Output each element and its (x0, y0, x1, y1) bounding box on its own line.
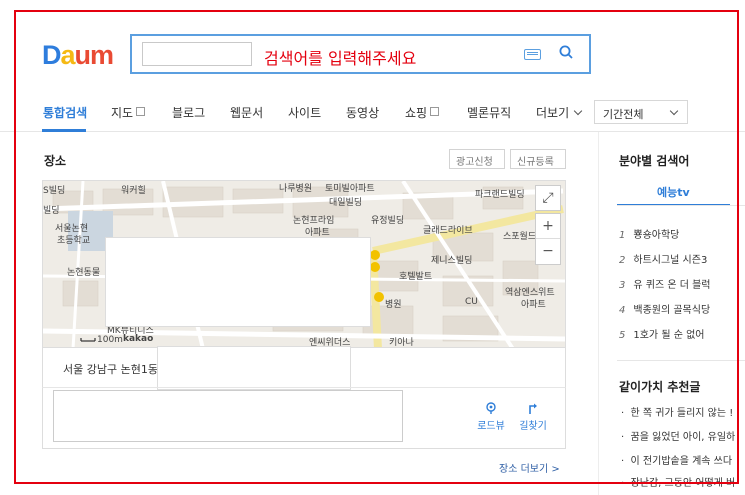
recommend-item[interactable]: · 장난감, 그동안 어떻게 버 (621, 474, 735, 489)
rank-item[interactable]: 2 하트시그널 시즌3 (619, 251, 707, 266)
header: Daum 검색어를 입력해주세요 (0, 0, 745, 92)
rank-item[interactable]: 1 뿅숑아학당 (619, 226, 679, 241)
search-icon[interactable] (559, 45, 573, 59)
recommend-item[interactable]: · 꿈을 잃었던 아이, 유일하 (621, 428, 735, 443)
expand-icon: ⤢ (542, 190, 554, 206)
period-select[interactable]: 기간전체 (594, 100, 688, 124)
tab-shopping[interactable]: 쇼핑 (405, 104, 440, 121)
new-window-icon (136, 107, 146, 116)
daum-logo[interactable]: Daum (42, 40, 114, 71)
tab-site[interactable]: 사이트 (288, 104, 321, 121)
chevron-down-icon (573, 106, 583, 116)
keyboard-icon[interactable] (524, 49, 541, 60)
tab-blog[interactable]: 블로그 (172, 104, 205, 121)
map-fullscreen-button[interactable]: ⤢ (535, 185, 561, 211)
tab-divider (617, 205, 745, 206)
search-box[interactable]: 검색어를 입력해주세요 (130, 34, 591, 74)
tab-more[interactable]: 더보기 (536, 104, 583, 121)
place-section-title: 장소 (44, 154, 67, 168)
zoom-out-button[interactable]: − (536, 238, 560, 263)
search-hint-text: 검색어를 입력해주세요 (264, 49, 417, 68)
category-keywords-title: 분야별 검색어 (619, 154, 690, 168)
tab-entertainment-tv[interactable]: 예능tv (617, 178, 730, 206)
more-places-link[interactable]: 장소 더보기 > (499, 460, 560, 475)
place-address-row: 서울 강남구 논현1동 (42, 346, 566, 390)
place-address: 서울 강남구 논현1동 (63, 363, 158, 376)
kakao-logo: kakao (123, 334, 154, 344)
info-redacted-area (53, 390, 403, 442)
search-input[interactable] (142, 42, 252, 66)
tab-melon[interactable]: 멜론뮤직 (467, 104, 511, 121)
tab-map[interactable]: 지도 (111, 104, 146, 121)
map-redacted-area (105, 237, 371, 327)
roadview-button[interactable]: 로드뷰 (471, 402, 511, 432)
column-divider (598, 132, 599, 495)
section-divider (617, 360, 745, 361)
map-view[interactable]: 워커힐 나루병원 토미빌아파트 대일빌딩 파크랜드빌딩 논현프라임 아파트 유정… (42, 180, 566, 348)
recommend-title: 같이가치 추천글 (619, 380, 701, 394)
zoom-in-button[interactable]: + (536, 214, 560, 238)
recommend-item[interactable]: · 이 전기밥솥을 계속 쓰다 (621, 452, 732, 467)
tab-video[interactable]: 동영상 (346, 104, 379, 121)
rank-item[interactable]: 4 백종원의 골목식당 (619, 301, 710, 316)
map-zoom-control[interactable]: + − (535, 213, 561, 265)
place-info-box: 로드뷰 길찾기 (42, 387, 566, 449)
tab-webdoc[interactable]: 웹문서 (230, 104, 263, 121)
roadview-icon (486, 402, 496, 414)
address-redacted-area (157, 346, 351, 390)
directions-icon (529, 403, 537, 414)
rank-item[interactable]: 3유 퀴즈 온 더 블럭 (619, 276, 711, 291)
new-register-button[interactable]: 신규등록 (510, 149, 566, 169)
directions-button[interactable]: 길찾기 (513, 402, 553, 432)
new-window-icon (430, 107, 440, 116)
chevron-down-icon (669, 106, 679, 116)
rank-item[interactable]: 5 1호가 될 순 없어 (619, 326, 704, 341)
recommend-item[interactable]: · 한 쪽 귀가 들리지 않는 ! (621, 404, 733, 419)
ad-apply-button[interactable]: 광고신청 (449, 149, 505, 169)
tab-integrated[interactable]: 통합검색 (43, 104, 87, 121)
active-tab-indicator (42, 129, 86, 132)
